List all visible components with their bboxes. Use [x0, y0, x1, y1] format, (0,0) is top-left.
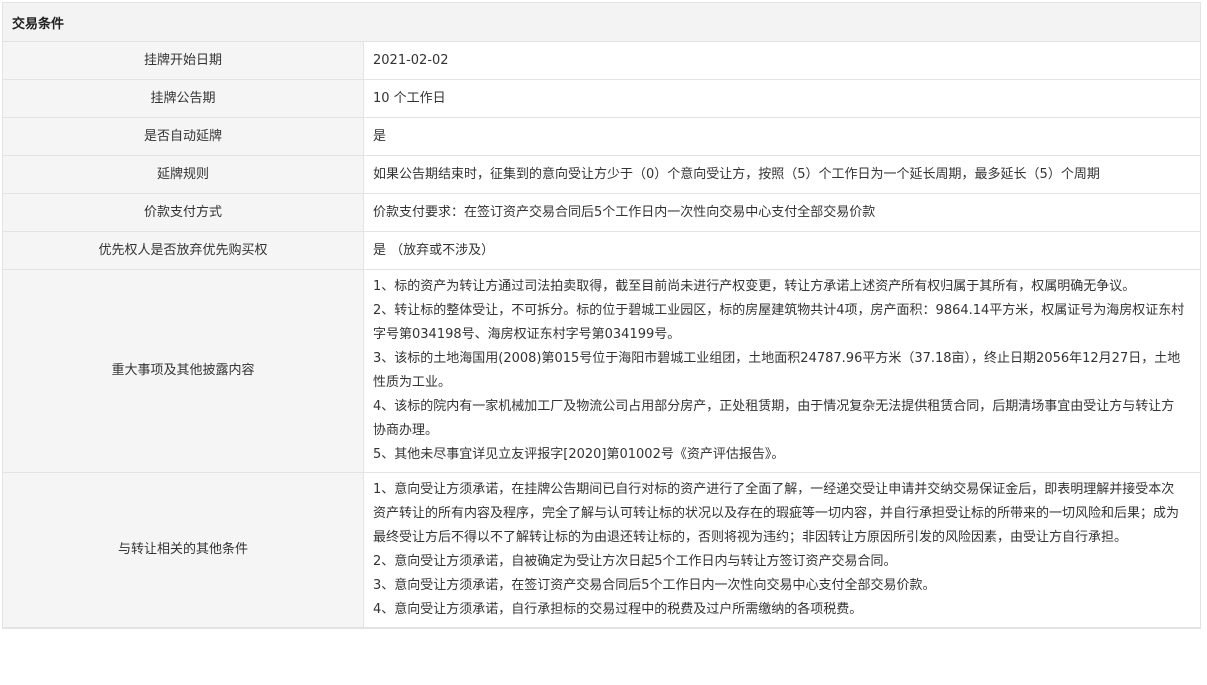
row-value-payment-method: 价款支付要求：在签订资产交易合同后5个工作日内一次性向交易中心支付全部交易价款: [363, 193, 1200, 232]
condition-line: 3、意向受让方须承诺，在签订资产交易合同后5个工作日内一次性向交易中心支付全部交…: [373, 578, 936, 593]
condition-line: 2、意向受让方须承诺，自被确定为受让方次日起5个工作日内与转让方签订资产交易合同…: [373, 554, 897, 569]
major-item-line: 5、其他未尽事宜详见立友评报字[2020]第01002号《资产评估报告》。: [373, 447, 785, 462]
row-label-extension-rule: 延牌规则: [3, 155, 364, 194]
row-value-other-conditions: 1、意向受让方须承诺，在挂牌公告期间已自行对标的资产进行了全面了解，一经递交受让…: [363, 472, 1200, 628]
table-row: 优先权人是否放弃优先购买权 是 （放弃或不涉及）: [3, 231, 1200, 270]
section-title: 交易条件: [3, 3, 1200, 42]
trade-conditions-panel: 交易条件 挂牌开始日期 2021-02-02 挂牌公告期 10 个工作日 是否自…: [2, 2, 1201, 629]
row-value-listing-start-date: 2021-02-02: [363, 42, 1200, 80]
table-row: 延牌规则 如果公告期结束时，征集到的意向受让方少于（0）个意向受让方，按照（5）…: [3, 155, 1200, 194]
row-label-preemptive-right: 优先权人是否放弃优先购买权: [3, 231, 364, 270]
major-item-line: 2、转让标的整体受让，不可拆分。标的位于碧城工业园区，标的房屋建筑物共计4项，房…: [373, 303, 1185, 342]
table-row: 是否自动延牌 是: [3, 117, 1200, 156]
row-label-announcement-period: 挂牌公告期: [3, 79, 364, 118]
major-item-line: 3、该标的土地海国用(2008)第015号位于海阳市碧城工业组团，土地面积247…: [373, 351, 1181, 390]
row-label-payment-method: 价款支付方式: [3, 193, 364, 232]
major-item-line: 1、标的资产为转让方通过司法拍卖取得，截至目前尚未进行产权变更，转让方承诺上述资…: [373, 279, 1136, 294]
conditions-table: 挂牌开始日期 2021-02-02 挂牌公告期 10 个工作日 是否自动延牌 是…: [3, 42, 1200, 628]
table-row: 挂牌公告期 10 个工作日: [3, 79, 1200, 118]
table-row: 重大事项及其他披露内容 1、标的资产为转让方通过司法拍卖取得，截至目前尚未进行产…: [3, 269, 1200, 473]
row-label-other-conditions: 与转让相关的其他条件: [3, 472, 364, 628]
row-value-extension-rule: 如果公告期结束时，征集到的意向受让方少于（0）个意向受让方，按照（5）个工作日为…: [363, 155, 1200, 194]
row-label-auto-extend: 是否自动延牌: [3, 117, 364, 156]
row-value-auto-extend: 是: [363, 117, 1200, 156]
condition-line: 1、意向受让方须承诺，在挂牌公告期间已自行对标的资产进行了全面了解，一经递交受让…: [373, 482, 1180, 545]
row-value-preemptive-right: 是 （放弃或不涉及）: [363, 231, 1200, 270]
table-row: 与转让相关的其他条件 1、意向受让方须承诺，在挂牌公告期间已自行对标的资产进行了…: [3, 472, 1200, 628]
row-label-listing-start-date: 挂牌开始日期: [3, 42, 364, 80]
row-value-major-items: 1、标的资产为转让方通过司法拍卖取得，截至目前尚未进行产权变更，转让方承诺上述资…: [363, 269, 1200, 473]
major-item-line: 4、该标的院内有一家机械加工厂及物流公司占用部分房产，正处租赁期，由于情况复杂无…: [373, 399, 1175, 438]
condition-line: 4、意向受让方须承诺，自行承担标的交易过程中的税费及过户所需缴纳的各项税费。: [373, 602, 863, 617]
table-row: 挂牌开始日期 2021-02-02: [3, 42, 1200, 80]
row-value-announcement-period: 10 个工作日: [363, 79, 1200, 118]
row-label-major-items: 重大事项及其他披露内容: [3, 269, 364, 473]
table-row: 价款支付方式 价款支付要求：在签订资产交易合同后5个工作日内一次性向交易中心支付…: [3, 193, 1200, 232]
